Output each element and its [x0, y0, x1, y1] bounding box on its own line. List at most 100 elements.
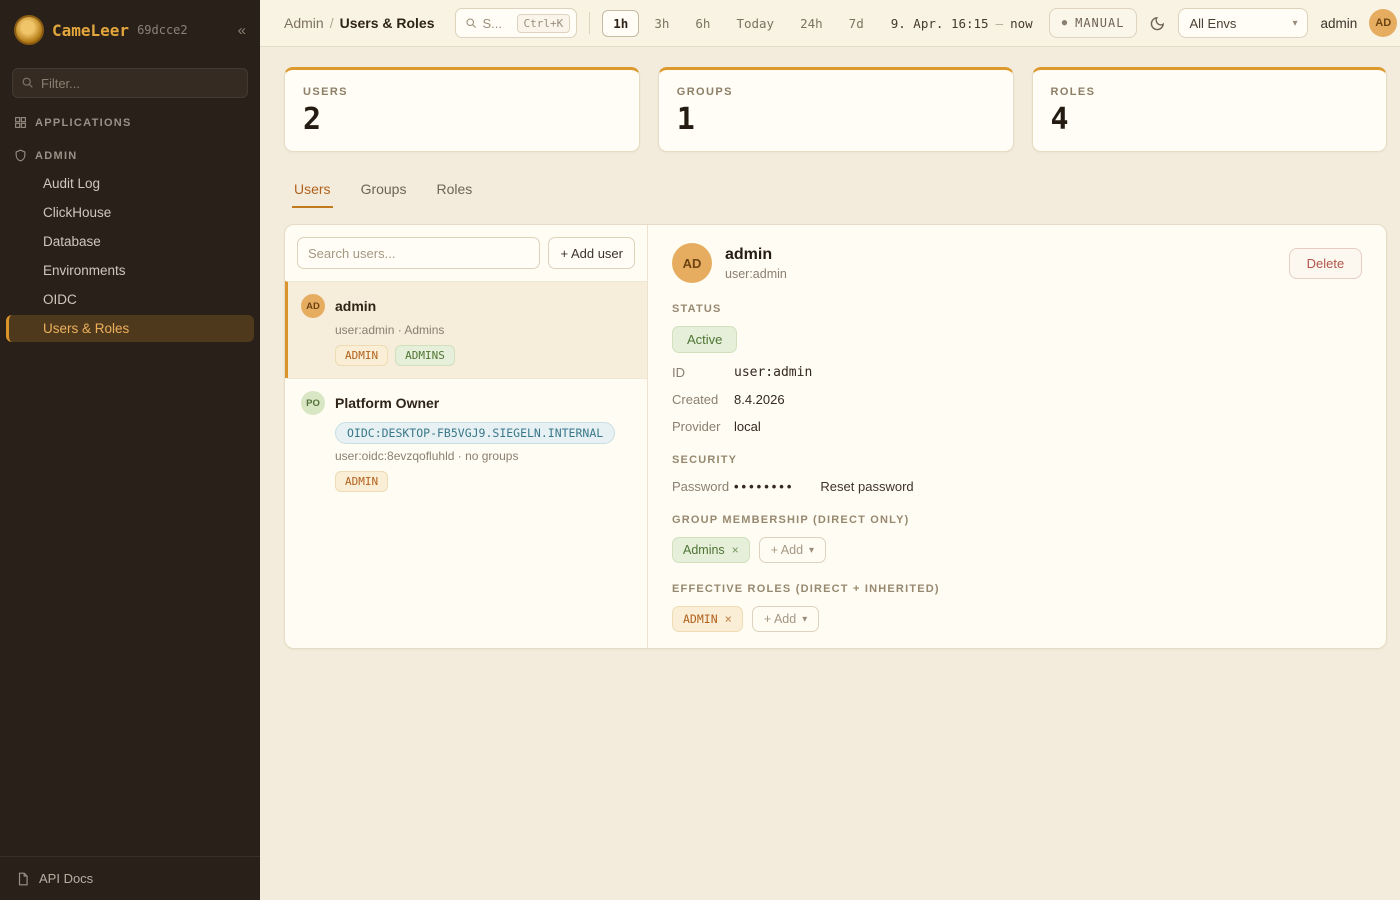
add-role-button[interactable]: + Add ▾ — [752, 606, 819, 632]
dark-mode-toggle[interactable] — [1149, 15, 1166, 32]
stat-label: GROUPS — [677, 86, 995, 98]
user-meta: user:oidc:8evzqofluhld · no groups — [335, 449, 633, 463]
delete-user-button[interactable]: Delete — [1289, 248, 1363, 279]
date-from: 9. Apr. 16:15 — [891, 16, 989, 31]
topbar-right-cluster: ● MANUAL All Envs ▾ admin AD — [1049, 8, 1398, 38]
search-icon — [465, 17, 477, 29]
tab-users[interactable]: Users — [292, 172, 333, 208]
status-badge: Active — [672, 326, 737, 353]
search-icon — [21, 76, 34, 89]
user-name: admin — [335, 298, 376, 314]
user-detail-name: admin — [725, 246, 787, 264]
refresh-mode-button[interactable]: ● MANUAL — [1049, 8, 1138, 38]
stat-label: USERS — [303, 86, 621, 98]
global-search[interactable]: Ctrl+K — [455, 8, 578, 38]
status-section-heading: STATUS — [672, 303, 1362, 315]
add-group-button[interactable]: + Add ▾ — [759, 537, 826, 563]
sidebar-item-audit-log[interactable]: Audit Log — [6, 170, 254, 197]
field-value: 8.4.2026 — [734, 392, 785, 407]
sidebar-item-environments[interactable]: Environments — [6, 257, 254, 284]
time-range-24h[interactable]: 24h — [789, 10, 834, 37]
breadcrumb-parent[interactable]: Admin — [284, 15, 324, 31]
time-range-7d[interactable]: 7d — [838, 10, 875, 37]
group-membership-heading: GROUP MEMBERSHIP (DIRECT ONLY) — [672, 514, 1362, 526]
group-membership-row: Admins × + Add ▾ — [672, 537, 1362, 563]
user-search-input[interactable] — [297, 237, 540, 269]
date-to: now — [1010, 16, 1033, 31]
add-role-label: + Add — [764, 612, 796, 626]
sidebar-nav: Audit Log ClickHouse Database Environmen… — [0, 168, 260, 344]
sidebar-item-clickhouse[interactable]: ClickHouse — [6, 199, 254, 226]
chevron-down-icon: ▾ — [809, 545, 814, 556]
field-row-created: Created 8.4.2026 — [672, 392, 1362, 407]
role-badge: ADMIN — [335, 345, 388, 366]
sidebar-item-oidc[interactable]: OIDC — [6, 286, 254, 313]
sidebar-item-users-roles[interactable]: Users & Roles — [6, 315, 254, 342]
effective-roles-heading: EFFECTIVE ROLES (DIRECT + INHERITED) — [672, 583, 1362, 595]
user-avatar: PO — [301, 391, 325, 415]
user-avatar: AD — [672, 243, 712, 283]
page-content: USERS 2 GROUPS 1 ROLES 4 Users Groups Ro… — [260, 47, 1400, 649]
environment-select[interactable]: All Envs ▾ — [1178, 8, 1308, 38]
remove-group-icon[interactable]: × — [732, 543, 739, 557]
add-user-button[interactable]: + Add user — [548, 237, 635, 269]
user-avatar[interactable]: AD — [1369, 9, 1397, 37]
shield-icon — [14, 149, 27, 162]
tab-roles[interactable]: Roles — [434, 172, 474, 208]
field-value: local — [734, 419, 761, 434]
sidebar-section-label: APPLICATIONS — [35, 117, 132, 129]
topbar-divider — [589, 12, 590, 34]
field-row-provider: Provider local — [672, 419, 1362, 434]
sidebar-section-applications[interactable]: APPLICATIONS — [0, 102, 260, 135]
security-section-heading: SECURITY — [672, 454, 1362, 466]
sidebar-item-database[interactable]: Database — [6, 228, 254, 255]
sidebar-filter-input[interactable] — [12, 68, 248, 98]
status-dot-icon: ● — [1062, 18, 1068, 28]
sidebar: CameLeer 69dcce2 « APPLICATIONS ADMIN Au… — [0, 0, 260, 900]
user-row: PO Platform Owner — [301, 391, 633, 415]
sidebar-api-docs-link[interactable]: API Docs — [0, 856, 260, 900]
remove-role-icon[interactable]: × — [725, 612, 732, 626]
field-label: Created — [672, 392, 734, 407]
chevron-down-icon: ▾ — [802, 614, 807, 625]
users-panel: + Add user AD admin user:admin · Admins … — [284, 224, 1387, 649]
tab-bar: Users Groups Roles — [284, 172, 1387, 208]
current-username: admin — [1320, 16, 1357, 31]
date-range-display[interactable]: 9. Apr. 16:15 — now — [891, 16, 1033, 31]
user-list-header: + Add user — [285, 225, 647, 281]
user-meta: user:admin · Admins — [335, 323, 633, 337]
user-list: + Add user AD admin user:admin · Admins … — [285, 225, 648, 648]
tab-groups[interactable]: Groups — [359, 172, 409, 208]
field-row-id: ID user:admin — [672, 365, 1362, 380]
reset-password-link[interactable]: Reset password — [820, 479, 913, 494]
breadcrumb-current: Users & Roles — [340, 15, 435, 31]
user-list-item-admin[interactable]: AD admin user:admin · Admins ADMIN ADMIN… — [285, 281, 647, 378]
user-name: Platform Owner — [335, 395, 439, 411]
sidebar-collapse-icon[interactable]: « — [238, 22, 246, 39]
app-version-suffix: 69dcce2 — [137, 23, 188, 37]
sidebar-section-admin[interactable]: ADMIN — [0, 135, 260, 168]
moon-icon — [1149, 15, 1166, 32]
stat-card-users: USERS 2 — [284, 67, 640, 152]
time-range-1h[interactable]: 1h — [602, 10, 639, 37]
user-detail-pane: AD admin user:admin Delete STATUS Active… — [648, 225, 1386, 648]
time-range-today[interactable]: Today — [725, 10, 785, 37]
role-chip: ADMIN × — [672, 606, 743, 632]
time-range-6h[interactable]: 6h — [684, 10, 721, 37]
app-title: CameLeer — [52, 21, 129, 40]
environment-selected-value: All Envs — [1189, 16, 1236, 31]
search-shortcut-badge: Ctrl+K — [517, 14, 571, 33]
group-membership-chip: Admins × — [672, 537, 750, 563]
user-detail-id: user:admin — [725, 267, 787, 281]
sidebar-filter — [12, 68, 248, 98]
app-logo-icon — [14, 15, 44, 45]
sidebar-spacer — [0, 344, 260, 856]
time-range-3h[interactable]: 3h — [643, 10, 680, 37]
user-detail-header: AD admin user:admin Delete — [672, 243, 1362, 283]
global-search-input[interactable] — [483, 16, 511, 31]
effective-roles-row: ADMIN × + Add ▾ — [672, 606, 1362, 632]
main-area: Admin / Users & Roles Ctrl+K 1h 3h 6h To… — [260, 0, 1400, 900]
user-list-item-platform-owner[interactable]: PO Platform Owner OIDC:DESKTOP-FB5VGJ9.S… — [285, 378, 647, 504]
stat-cards: USERS 2 GROUPS 1 ROLES 4 — [284, 67, 1387, 152]
user-badges: ADMIN — [335, 471, 633, 492]
